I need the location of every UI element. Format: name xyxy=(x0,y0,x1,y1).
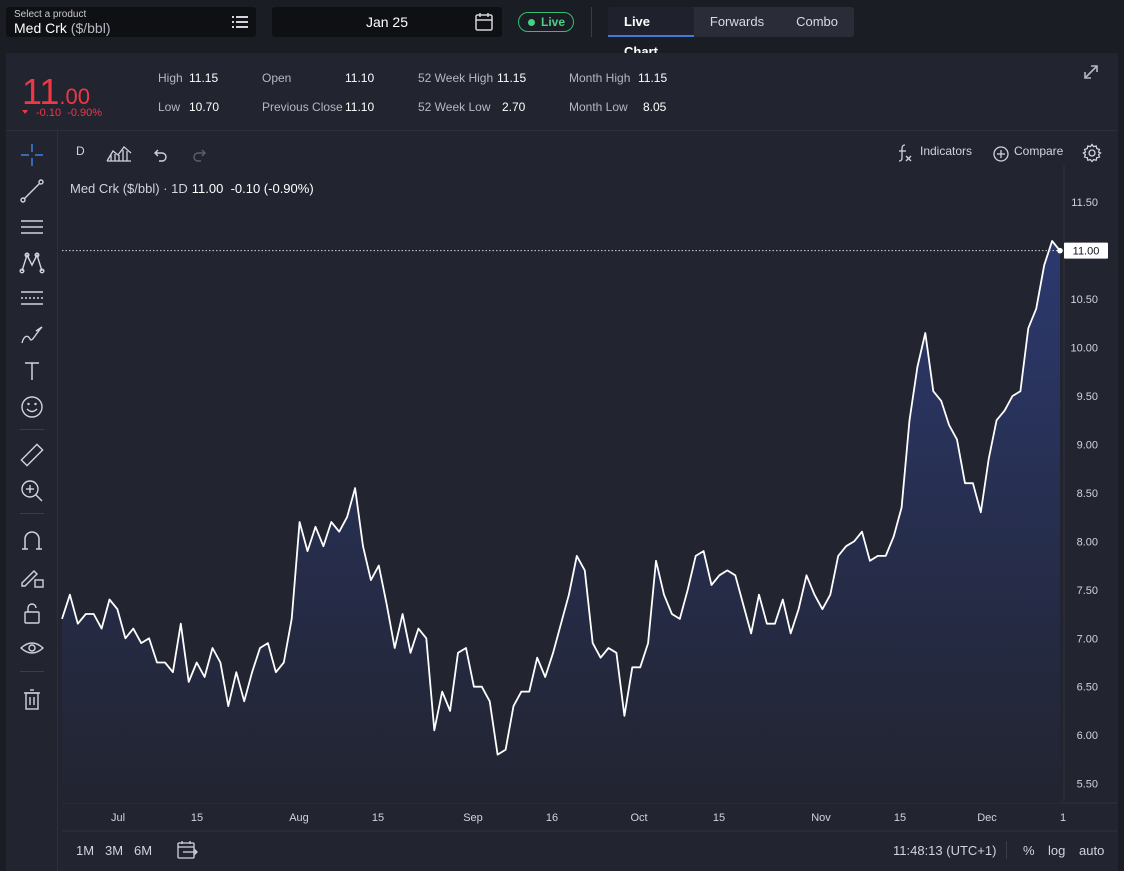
x-tick-label: Nov xyxy=(811,812,831,824)
x-tick-label: 1 xyxy=(1060,812,1066,824)
x-tick-label: 15 xyxy=(372,812,384,824)
product-select-caption: Select a product xyxy=(14,9,87,20)
tab-live-chart[interactable]: Live Chart xyxy=(608,7,694,59)
product-select-value: Med Crk ($/bbl) xyxy=(14,20,110,36)
range-6m-button[interactable]: 6M xyxy=(134,843,152,858)
x-tick-label: Oct xyxy=(630,812,647,824)
auto-scale-toggle[interactable]: auto xyxy=(1079,843,1104,858)
x-tick-label: Dec xyxy=(977,812,997,824)
y-tick-label: 8.50 xyxy=(1077,488,1098,500)
last-price-label: 11.00 xyxy=(1073,246,1100,258)
x-tick-label: Jul xyxy=(111,812,125,824)
y-tick-label: 6.00 xyxy=(1077,730,1098,742)
y-tick-label: 9.00 xyxy=(1077,439,1098,451)
series-area xyxy=(62,241,1060,803)
x-tick-label: Sep xyxy=(463,812,483,824)
live-label: Live xyxy=(541,15,566,29)
calendar-icon xyxy=(475,13,493,31)
tab-forwards[interactable]: Forwards xyxy=(694,7,780,37)
range-1m-button[interactable]: 1M xyxy=(76,843,94,858)
y-tick-label: 8.00 xyxy=(1077,536,1098,548)
date-select[interactable]: Jan 25 xyxy=(272,7,502,37)
product-unit: ($/bbl) xyxy=(70,20,111,36)
percent-scale-toggle[interactable]: % xyxy=(1023,843,1035,858)
y-tick-label: 9.50 xyxy=(1077,391,1098,403)
x-tick-label: 15 xyxy=(894,812,906,824)
y-tick-label: 11.50 xyxy=(1071,197,1098,209)
y-tick-label: 10.50 xyxy=(1070,294,1098,306)
product-select[interactable]: Select a product Med Crk ($/bbl) xyxy=(6,7,256,37)
bottom-bar: 1M 3M 6M 11:48:13 (UTC+1) % log auto xyxy=(62,833,1112,867)
y-tick-label: 7.00 xyxy=(1077,633,1098,645)
view-tabs: Live Chart Forwards Combo xyxy=(608,7,854,59)
price-chart[interactable]: 11.50 11.00 10.50 10.00 9.50 9.00 8.50 8.00 7.50… xyxy=(6,53,1118,833)
y-tick-label: 10.00 xyxy=(1070,343,1098,355)
y-tick-label: 7.50 xyxy=(1077,585,1098,597)
product-name: Med Crk xyxy=(14,20,67,36)
date-value: Jan 25 xyxy=(365,14,409,30)
y-tick-label: 5.50 xyxy=(1077,779,1098,791)
bottom-divider xyxy=(1006,841,1007,859)
y-tick-label: 6.50 xyxy=(1077,682,1098,694)
x-tick-label: Aug xyxy=(289,812,309,824)
list-icon xyxy=(232,16,248,28)
live-dot-icon xyxy=(528,19,535,26)
last-price-dot xyxy=(1057,247,1063,254)
x-tick-label: 15 xyxy=(191,812,203,824)
divider xyxy=(591,7,592,37)
live-toggle[interactable]: Live xyxy=(518,12,574,32)
chart-panel: 11.00 -0.10 -0.90% High 11.15 Low 10.70 Op… xyxy=(6,53,1118,871)
range-3m-button[interactable]: 3M xyxy=(105,843,123,858)
log-scale-toggle[interactable]: log xyxy=(1048,843,1065,858)
tab-combo[interactable]: Combo xyxy=(780,7,854,37)
x-tick-label: 15 xyxy=(713,812,725,824)
clock-readout: 11:48:13 (UTC+1) xyxy=(893,843,997,858)
x-tick-label: 16 xyxy=(546,812,558,824)
top-bar: Select a product Med Crk ($/bbl) Jan 25 … xyxy=(0,0,1124,59)
date-range-icon[interactable] xyxy=(176,840,198,860)
